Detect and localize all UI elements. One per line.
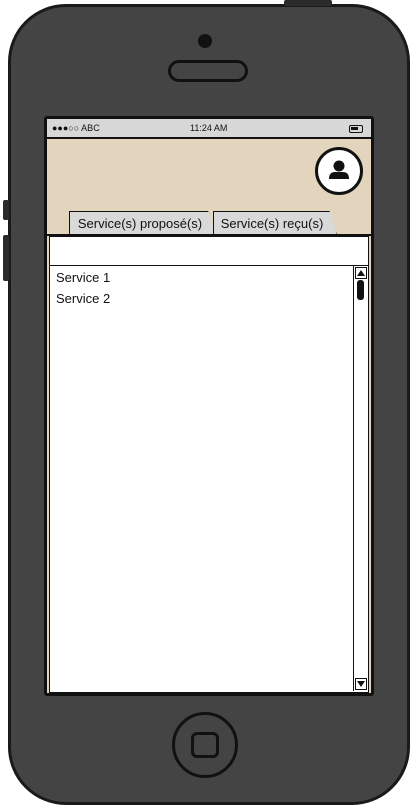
volume-up-button	[3, 200, 9, 220]
services-list[interactable]: Service 1 Service 2	[49, 265, 369, 693]
front-camera	[198, 34, 212, 48]
user-avatar-icon	[329, 160, 349, 179]
tab-services-recus[interactable]: Service(s) reçu(s)	[213, 211, 337, 235]
scroll-up-arrow-icon[interactable]	[355, 267, 367, 279]
filter-input[interactable]	[49, 236, 369, 266]
home-square-icon	[191, 732, 219, 758]
scroll-thumb[interactable]	[357, 280, 364, 300]
home-button[interactable]	[172, 712, 238, 778]
mute-switch	[3, 255, 9, 281]
battery-icon	[349, 125, 363, 133]
status-time: 11:24 AM	[190, 123, 228, 133]
earpiece-speaker	[168, 60, 248, 82]
list-item[interactable]: Service 1	[56, 270, 110, 290]
profile-button[interactable]	[315, 147, 363, 195]
carrier-label: ●●●○○ ABC	[52, 123, 100, 133]
phone-screen: ●●●○○ ABC 11:24 AM Service(s) proposé(s)…	[44, 116, 374, 696]
tab-services-proposes[interactable]: Service(s) proposé(s)	[69, 211, 217, 235]
status-bar: ●●●○○ ABC 11:24 AM	[47, 119, 371, 139]
list-scrollbar[interactable]	[353, 266, 367, 691]
power-button	[284, 0, 332, 6]
scroll-down-arrow-icon[interactable]	[355, 678, 367, 690]
list-item[interactable]: Service 2	[56, 291, 110, 311]
